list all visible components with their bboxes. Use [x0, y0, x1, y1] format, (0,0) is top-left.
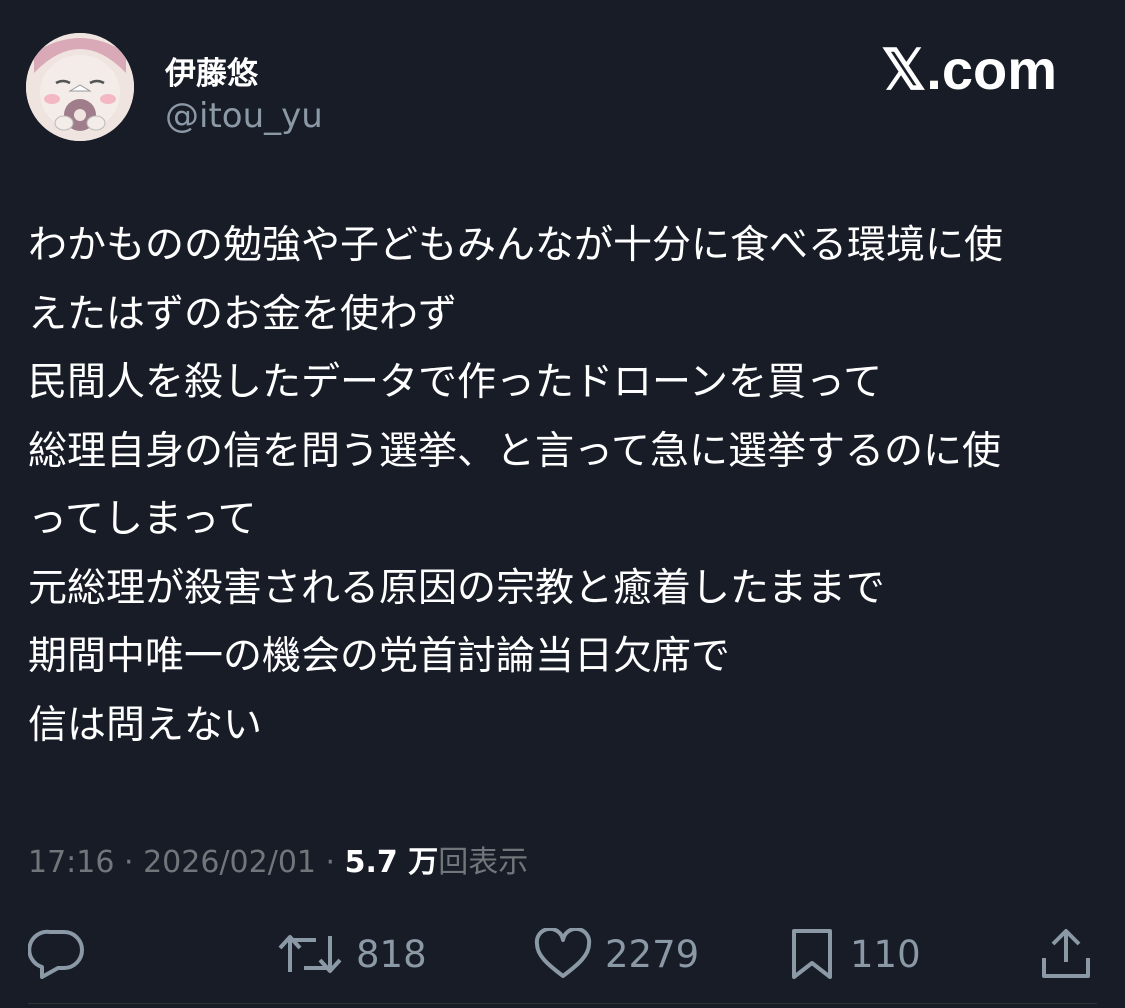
user-handle[interactable]: @itou_yu	[165, 96, 323, 136]
tweet-line: わかものの勉強や子どもみんなが十分に食べる環境に使	[28, 223, 1004, 268]
view-count: 5.7 万	[344, 845, 439, 880]
tweet-meta: 17:16 · 2026/02/01 · 5.7 万回表示	[28, 837, 528, 881]
like-button[interactable]: 2279	[533, 922, 699, 986]
tweet-line: ってしまって	[28, 497, 257, 542]
avatar[interactable]	[26, 33, 134, 141]
tweet-line: 元総理が殺害される原因の宗教と癒着したままで	[28, 565, 885, 611]
share-button[interactable]	[1036, 922, 1096, 986]
bookmark-icon	[792, 929, 832, 979]
tweet-text: わかものの勉強や子どもみんなが十分に食べる環境に使 えたはずのお金を使わず 民間…	[28, 212, 1098, 760]
view-label: 回表示	[438, 845, 529, 880]
action-bar: 818 2279 110	[0, 922, 1125, 986]
reply-icon	[28, 929, 84, 979]
retweet-button[interactable]: 818	[276, 922, 427, 986]
share-icon	[1042, 929, 1090, 978]
tweet-line: えたはずのお金を使わず	[28, 291, 458, 337]
heart-icon	[534, 928, 592, 978]
meta-separator: ·	[114, 845, 144, 880]
like-count: 2279	[605, 932, 700, 976]
divider	[28, 1003, 1097, 1004]
tweet-date[interactable]: 2026/02/01	[143, 845, 316, 880]
bookmark-button[interactable]: 110	[786, 922, 921, 986]
reply-button[interactable]	[28, 922, 86, 986]
retweet-count: 818	[356, 932, 427, 976]
cartoon-avatar-icon	[26, 33, 134, 141]
x-logo: 𝕏.com	[881, 38, 1057, 101]
display-name[interactable]: 伊藤悠	[165, 48, 258, 93]
tweet-line: 総理自身の信を問う選挙、と言って急に選挙するのに使	[28, 428, 1002, 474]
bookmark-count: 110	[850, 932, 921, 976]
meta-separator: ·	[316, 845, 345, 880]
retweet-icon	[278, 935, 342, 973]
tweet-line: 期間中唯一の機会の党首討論当日欠席で	[28, 634, 731, 679]
tweet-line: 民間人を殺したデータで作ったドローンを買って	[28, 360, 883, 405]
tweet-time[interactable]: 17:16	[28, 845, 114, 880]
tweet-line: 信は問えない	[28, 702, 263, 748]
